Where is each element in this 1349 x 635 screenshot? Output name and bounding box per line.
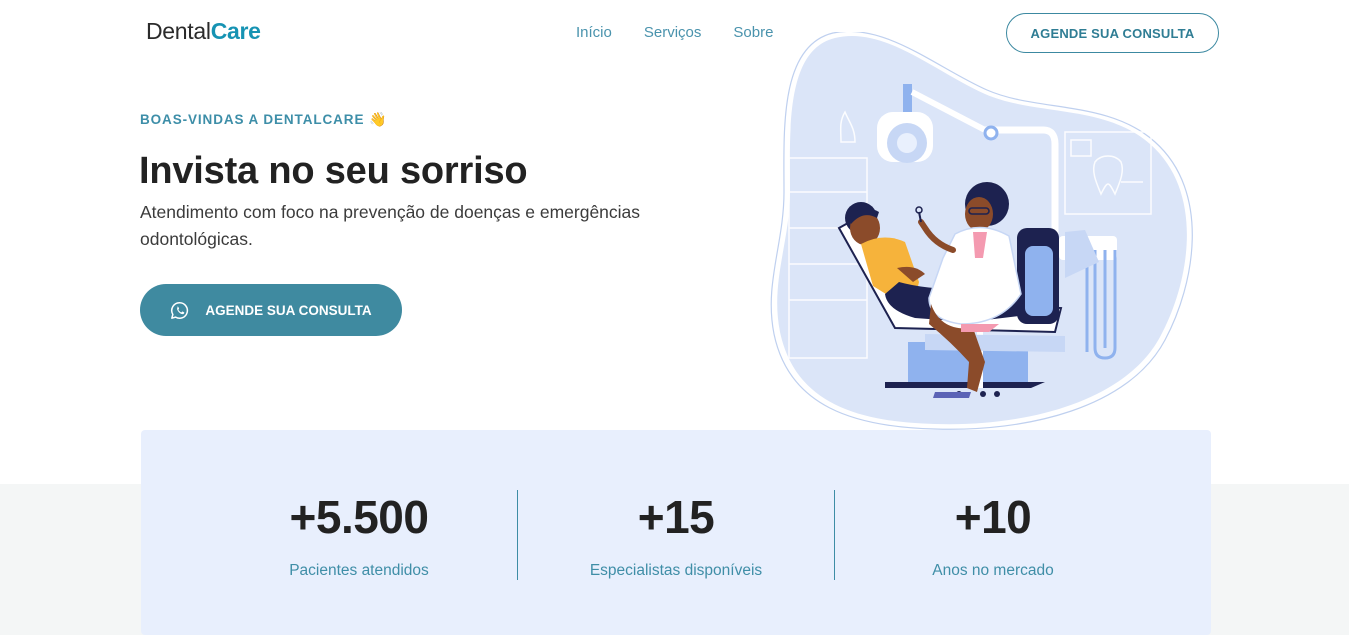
stat-value: +5.500 <box>289 491 429 543</box>
nav-item-inicio[interactable]: Início <box>576 24 612 41</box>
hero-title: Invista no seu sorriso <box>139 150 528 192</box>
logo-text-dental: Dental <box>146 18 211 44</box>
hero-eyebrow: BOAS-VINDAS A DENTALCARE 👋 <box>140 111 387 128</box>
nav-item-servicos[interactable]: Serviços <box>644 24 702 41</box>
logo[interactable]: DentalCare <box>146 18 261 45</box>
stat-label: Pacientes atendidos <box>289 562 429 579</box>
stat-value: +10 <box>954 491 1032 543</box>
stat-specialists: +15 Especialistas disponíveis <box>517 490 835 580</box>
stat-value: +15 <box>637 491 715 543</box>
dentist-illustration <box>765 30 1195 432</box>
hero-eyebrow-text: BOAS-VINDAS A DENTALCARE <box>140 112 365 127</box>
whatsapp-icon <box>170 301 189 320</box>
hero-schedule-button-label: AGENDE SUA CONSULTA <box>205 302 372 318</box>
stat-patients: +5.500 Pacientes atendidos <box>200 490 518 580</box>
hero-schedule-button[interactable]: AGENDE SUA CONSULTA <box>140 284 402 336</box>
stat-label: Especialistas disponíveis <box>589 562 763 579</box>
logo-text-care: Care <box>210 18 261 44</box>
main-nav: Início Serviços Sobre <box>576 24 773 41</box>
waving-hand-icon: 👋 <box>369 111 388 127</box>
stats-panel: +5.500 Pacientes atendidos +15 Especiali… <box>141 430 1211 635</box>
hero-subtitle: Atendimento com foco na prevenção de doe… <box>140 202 641 249</box>
stat-label: Anos no mercado <box>932 562 1054 579</box>
stat-years: +10 Anos no mercado <box>834 490 1152 580</box>
